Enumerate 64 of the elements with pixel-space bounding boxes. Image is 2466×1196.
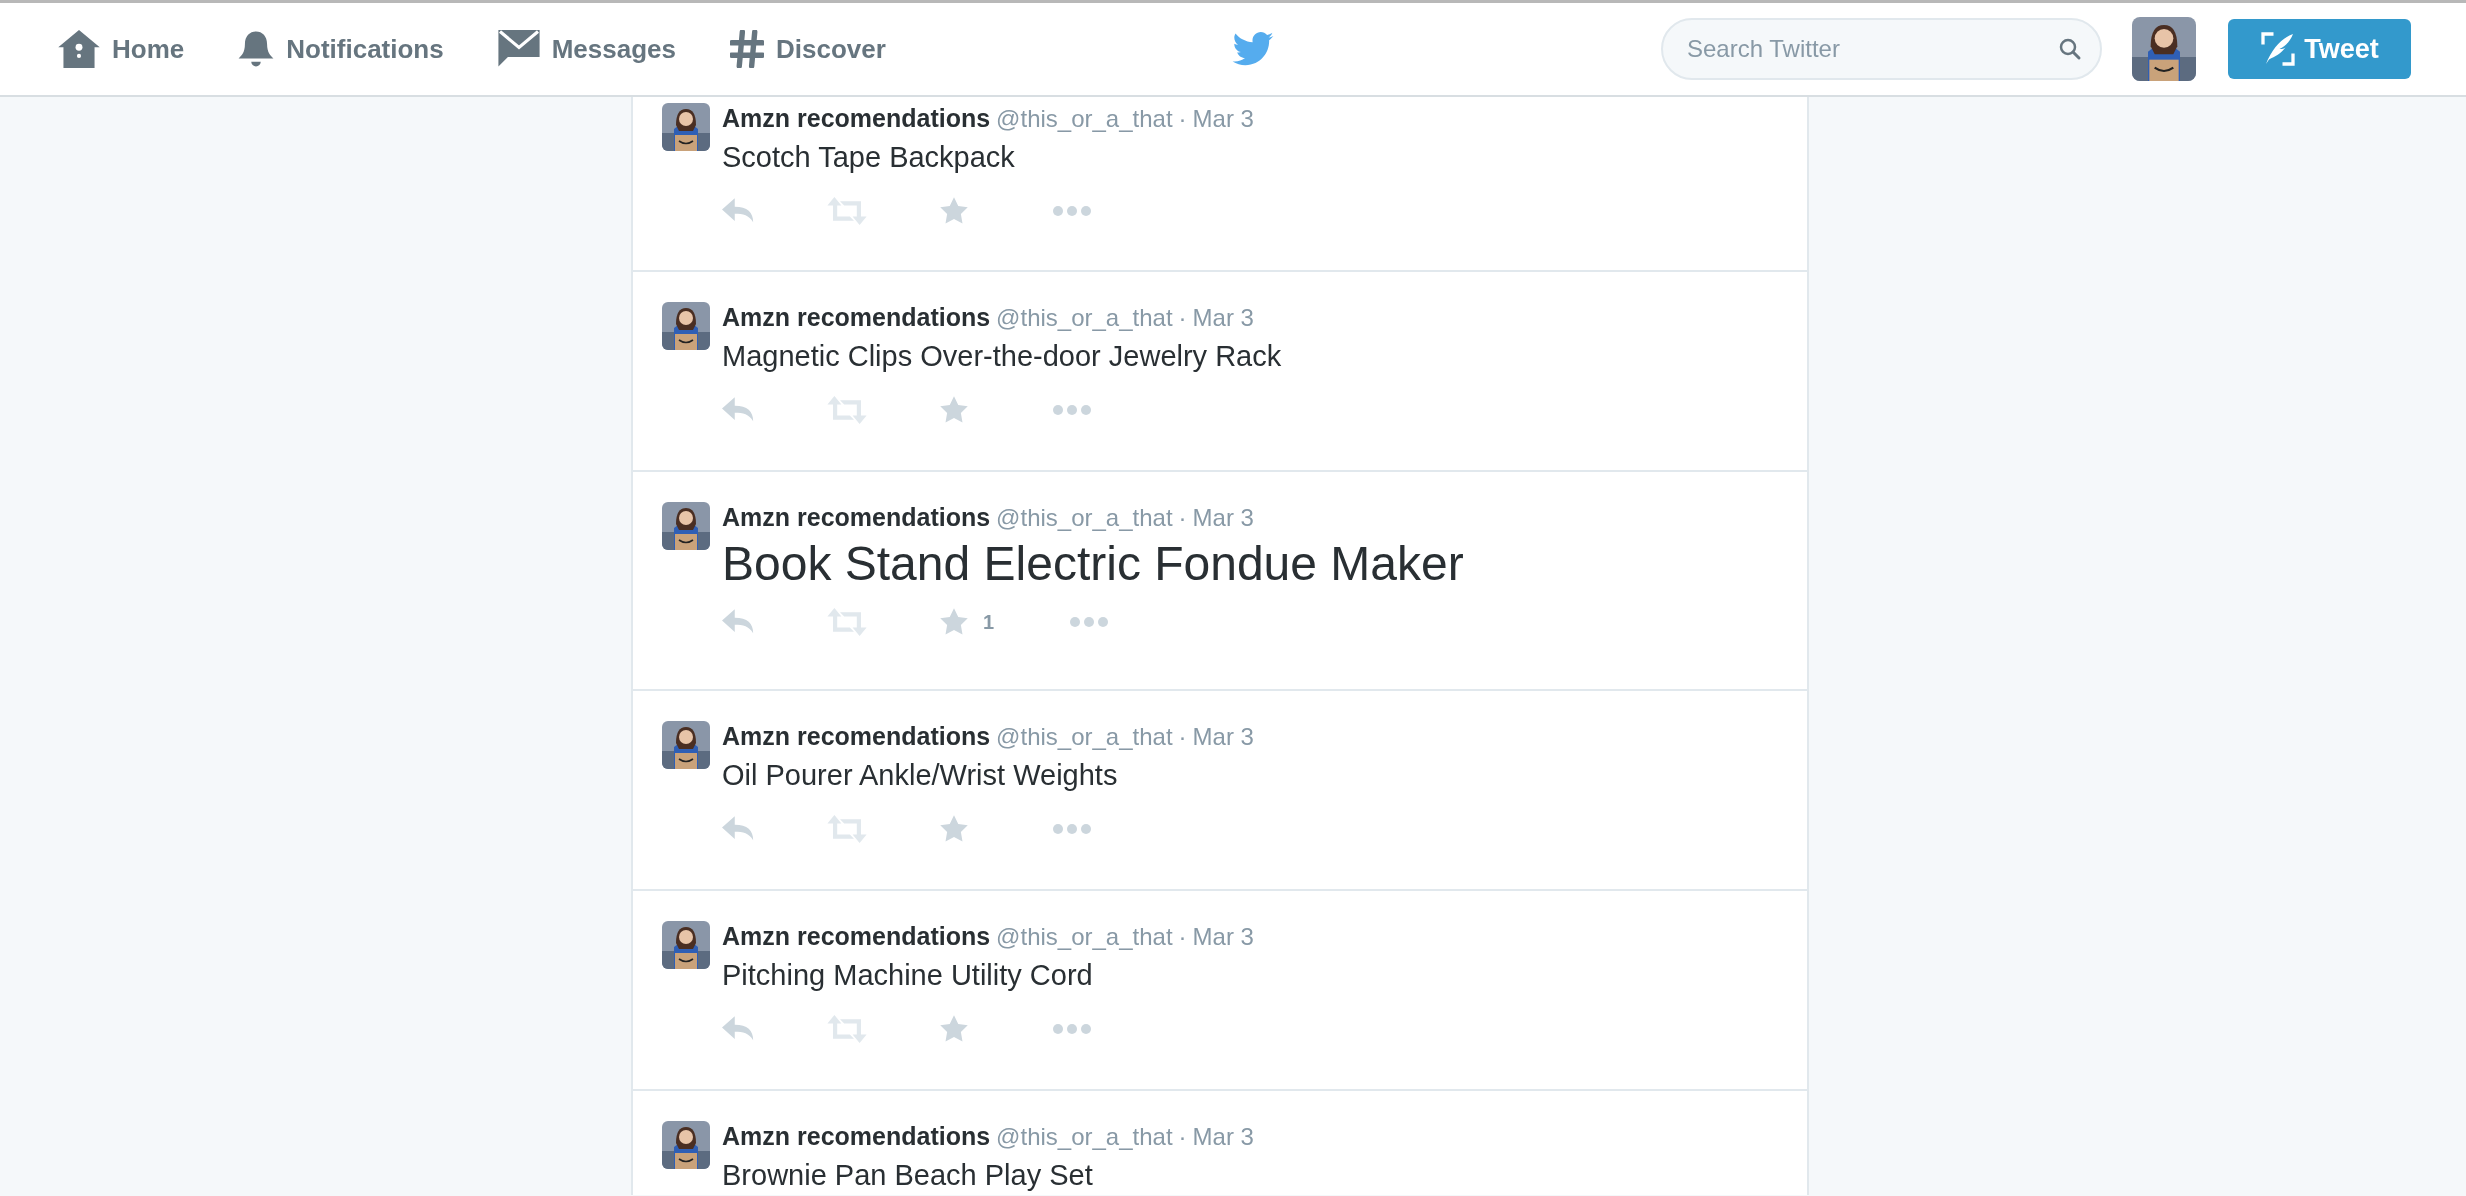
bell-icon: [238, 30, 275, 68]
author-handle[interactable]: @this_or_a_that: [996, 722, 1173, 752]
author-handle[interactable]: @this_or_a_that: [996, 303, 1173, 333]
star-icon[interactable]: [939, 607, 969, 637]
tweet-date[interactable]: Mar 3: [1192, 1122, 1254, 1152]
nav-link[interactable]: Discover: [730, 29, 886, 69]
more-icon[interactable]: [1069, 616, 1109, 628]
nav-link[interactable]: Home: [58, 29, 185, 69]
reply-icon[interactable]: [722, 816, 756, 842]
author-name[interactable]: Amzn recomendations: [722, 502, 991, 532]
author-handle[interactable]: @this_or_a_that: [996, 503, 1173, 533]
author-name[interactable]: Amzn recomendations: [722, 302, 991, 332]
envelope-icon: [497, 30, 540, 68]
tweet-date[interactable]: Mar 3: [1192, 503, 1254, 533]
more-icon[interactable]: [1052, 1023, 1092, 1035]
separator-dot: ·: [1178, 104, 1187, 134]
author-handle[interactable]: @this_or_a_that: [996, 104, 1173, 134]
separator-dot: ·: [1178, 503, 1187, 533]
reply-icon[interactable]: [722, 1016, 756, 1042]
search-field[interactable]: Search Twitter: [1661, 18, 2102, 80]
reply-icon[interactable]: [722, 397, 756, 423]
favorite-count: 1: [983, 610, 995, 635]
more-icon[interactable]: [1052, 404, 1092, 416]
star-icon[interactable]: [939, 1014, 969, 1044]
author-handle[interactable]: @this_or_a_that: [996, 922, 1173, 952]
author-handle[interactable]: @this_or_a_that: [996, 1122, 1173, 1152]
nav-link[interactable]: Notifications: [238, 29, 444, 69]
tweet-button[interactable]: Tweet: [2228, 19, 2411, 79]
more-icon[interactable]: [1052, 205, 1092, 217]
retweet-icon[interactable]: [827, 396, 867, 424]
house-icon: [58, 30, 100, 68]
author-name[interactable]: Amzn recomendations: [722, 1121, 991, 1151]
separator-dot: ·: [1178, 922, 1187, 952]
tweet-text: Magnetic Clips Over-the-door Jewelry Rack: [722, 339, 1283, 374]
quill-icon: [2260, 31, 2297, 67]
tweet-date[interactable]: Mar 3: [1192, 303, 1254, 333]
reply-icon[interactable]: [722, 609, 756, 635]
separator-dot: ·: [1178, 1122, 1187, 1152]
tweet-text: Book Stand Electric Fondue Maker: [722, 536, 1465, 592]
star-icon[interactable]: [939, 395, 969, 425]
reply-icon[interactable]: [722, 198, 756, 224]
retweet-icon[interactable]: [827, 1015, 867, 1043]
retweet-icon[interactable]: [827, 197, 867, 225]
author-name[interactable]: Amzn recomendations: [722, 721, 991, 751]
tweet-date[interactable]: Mar 3: [1192, 104, 1254, 134]
separator-dot: ·: [1178, 303, 1187, 333]
separator-dot: ·: [1178, 722, 1187, 752]
tweet-text: Brownie Pan Beach Play Set: [722, 1158, 1094, 1193]
retweet-icon[interactable]: [827, 815, 867, 843]
tweet-date[interactable]: Mar 3: [1192, 922, 1254, 952]
tweet-text: Oil Pourer Ankle/Wrist Weights: [722, 758, 1119, 793]
retweet-icon[interactable]: [827, 608, 867, 636]
author-name[interactable]: Amzn recomendations: [722, 103, 991, 133]
star-icon[interactable]: [939, 814, 969, 844]
tweet-text: Pitching Machine Utility Cord: [722, 958, 1094, 993]
search-icon: [2058, 37, 2082, 61]
author-name[interactable]: Amzn recomendations: [722, 921, 991, 951]
more-icon[interactable]: [1052, 823, 1092, 835]
tweet-text: Scotch Tape Backpack: [722, 140, 1016, 175]
star-icon[interactable]: [939, 196, 969, 226]
nav-link[interactable]: Messages: [497, 29, 676, 69]
hashtag-icon: [730, 30, 764, 68]
tweet-date[interactable]: Mar 3: [1192, 722, 1254, 752]
bird-icon: [1232, 32, 1275, 66]
